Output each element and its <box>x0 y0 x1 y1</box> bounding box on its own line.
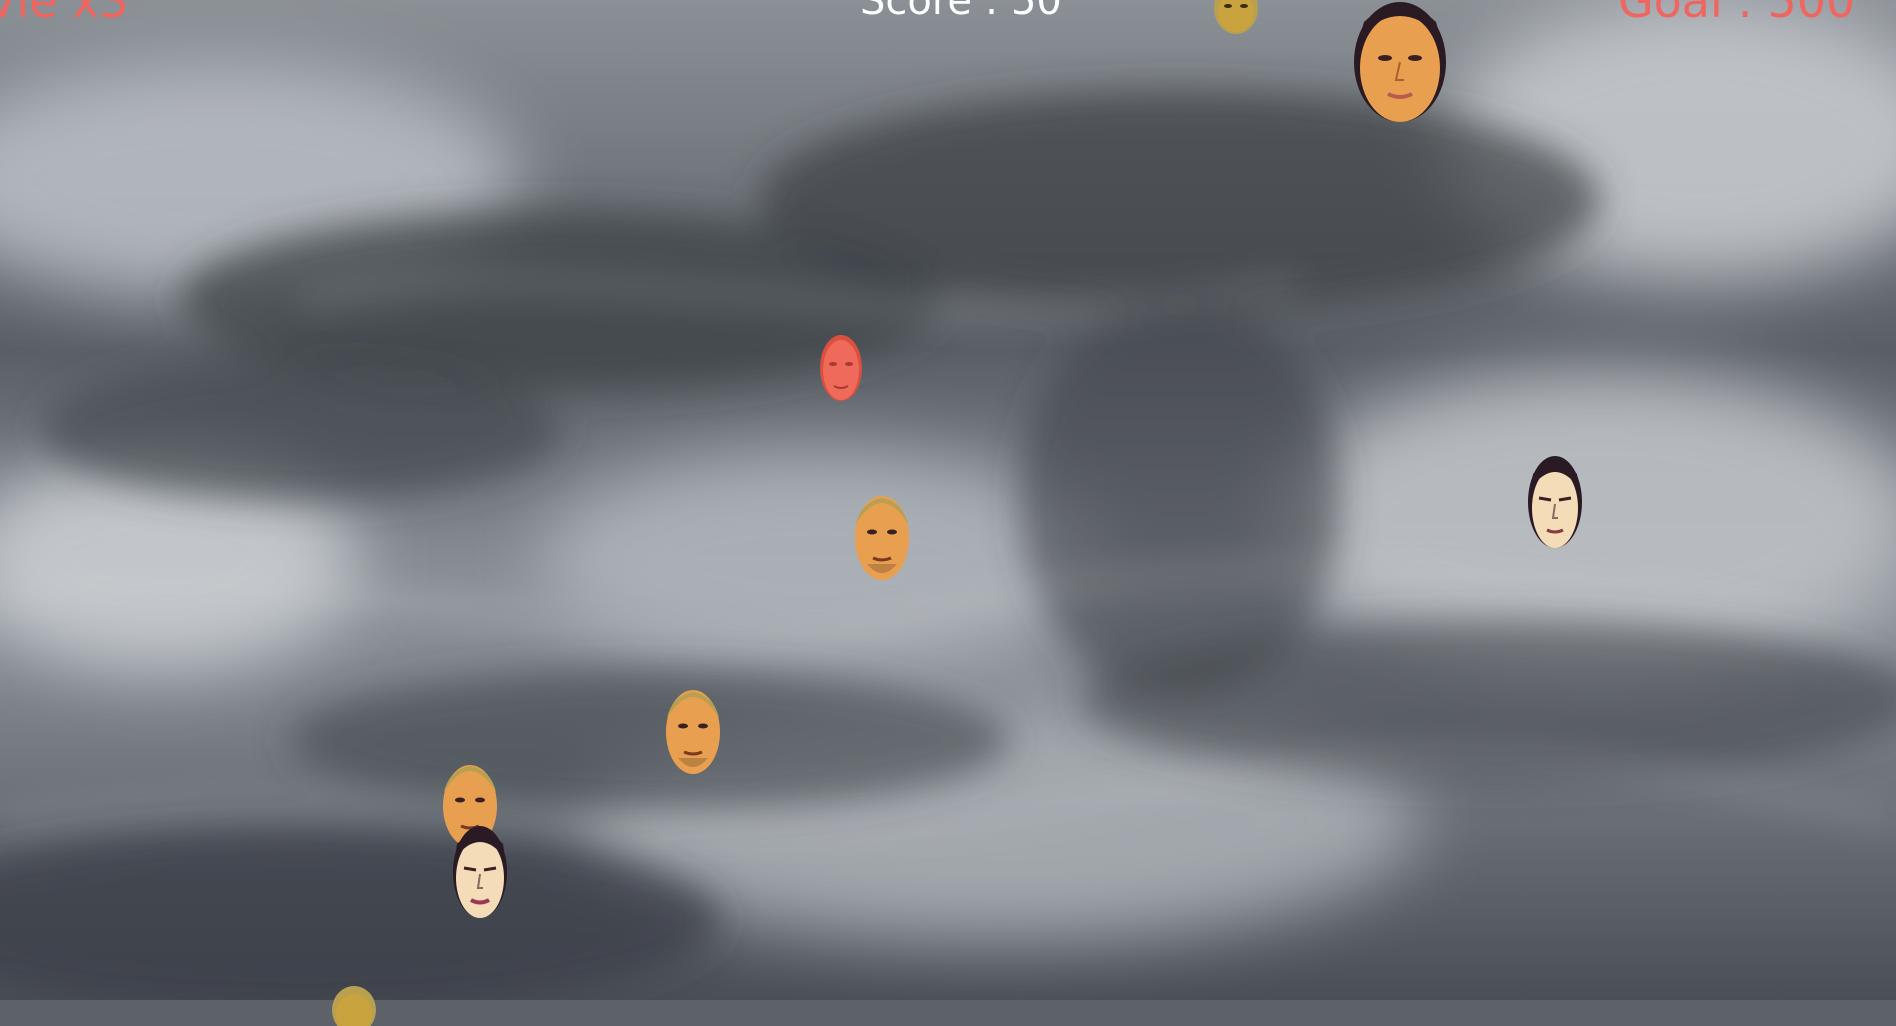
face-blond-top-partial[interactable] <box>1212 0 1260 34</box>
stormy-sky-background <box>0 0 1896 1000</box>
face-blond-bottom-partial[interactable] <box>330 986 378 1026</box>
face-blond-center[interactable] <box>853 488 911 582</box>
face-blond-lower[interactable] <box>664 682 722 776</box>
face-pale-right[interactable] <box>1527 452 1583 550</box>
lives-counter: Vie x3 <box>0 0 129 28</box>
face-pale-left[interactable] <box>451 824 509 920</box>
face-red-center[interactable] <box>819 334 863 402</box>
goal-counter: Goal : 500 <box>1618 0 1856 28</box>
face-dark-hair-top[interactable] <box>1350 0 1450 124</box>
score-counter: Score : 50 <box>860 0 1062 24</box>
